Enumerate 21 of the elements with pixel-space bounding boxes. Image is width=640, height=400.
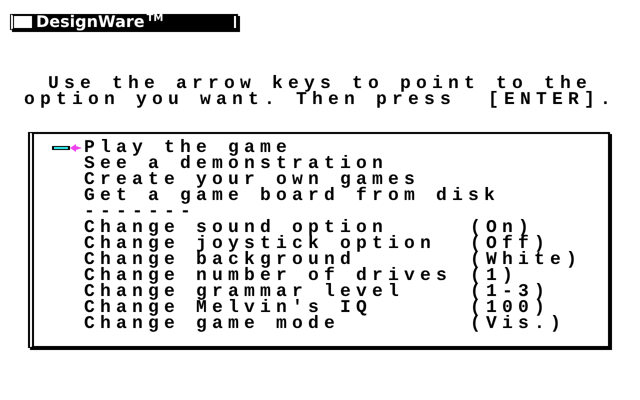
setting-value: (Vis.) (470, 316, 566, 332)
menu-item[interactable]: Change joystick option (84, 236, 470, 252)
menu-item[interactable]: Create your own games (84, 172, 470, 188)
menu-item[interactable]: Get a game board from disk (84, 188, 500, 204)
setting-value: (1-3) (470, 284, 550, 300)
instruction-text: Use the arrow keys to point to the (48, 76, 592, 92)
menu-item[interactable]: Change Melvin's IQ (84, 300, 470, 316)
menu-item[interactable]: Change number of drives (84, 268, 470, 284)
setting-value: (1) (470, 268, 518, 284)
menu-item[interactable]: Change grammar level (84, 284, 470, 300)
menu-item[interactable]: See a demonstration (84, 156, 470, 172)
setting-value: (White) (470, 252, 582, 268)
menu-item[interactable]: Change game mode (84, 316, 470, 332)
setting-value: (Off) (470, 236, 550, 252)
setting-value: (100) (470, 300, 550, 316)
setting-value: (On) (470, 220, 534, 236)
menu-item[interactable]: Change background (84, 252, 470, 268)
menu-item[interactable]: Change sound option (84, 220, 470, 236)
menu-item[interactable]: Play the game (84, 140, 470, 156)
separator-text: ------- (84, 204, 196, 220)
instruction-text: option you want. Then press [ENTER]. (24, 92, 616, 108)
